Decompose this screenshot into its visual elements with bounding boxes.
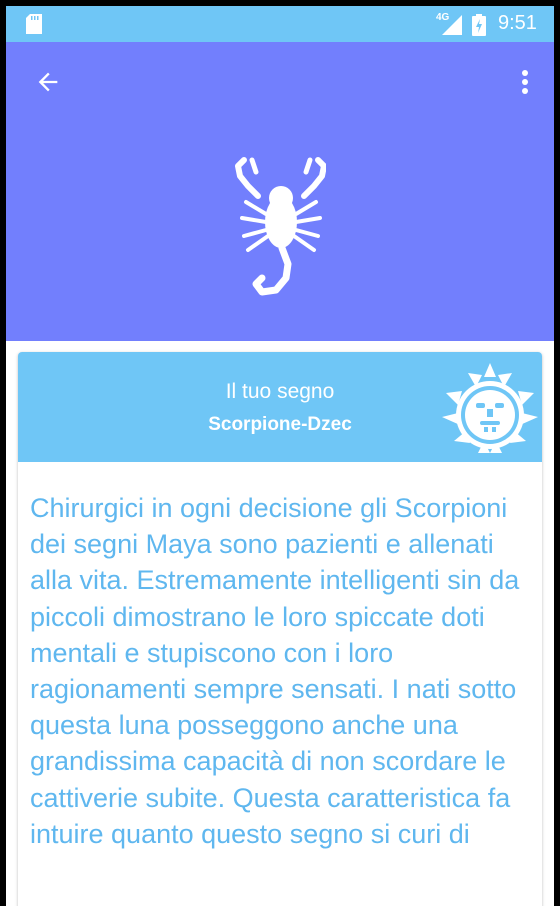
sign-description: Chirurgici in ogni decisione gli Scorpio… (30, 493, 520, 849)
status-bar: 4G 9:51 (6, 6, 554, 42)
app-bar (6, 42, 554, 341)
sd-card-icon (26, 14, 42, 34)
battery-charging-icon (472, 14, 486, 36)
status-time: 9:51 (498, 12, 537, 34)
scorpion-icon (235, 157, 326, 296)
network-type-label: 4G (436, 12, 450, 23)
sign-card-header: Il tuo segno Scorpione-Dzec (18, 352, 542, 462)
sign-card: Il tuo segno Scorpione-Dzec Chirurgici i… (18, 352, 542, 906)
arrow-back-icon (38, 72, 58, 92)
more-vert-icon (522, 70, 528, 94)
screen: 4G 9:51 Il tuo segno Scorpione-Dzec Chir… (6, 6, 554, 906)
overflow-menu-button[interactable] (510, 62, 540, 102)
back-button[interactable] (28, 62, 68, 102)
maya-glyph-icon (442, 363, 538, 453)
content-area: Il tuo segno Scorpione-Dzec Chirurgici i… (6, 341, 554, 906)
